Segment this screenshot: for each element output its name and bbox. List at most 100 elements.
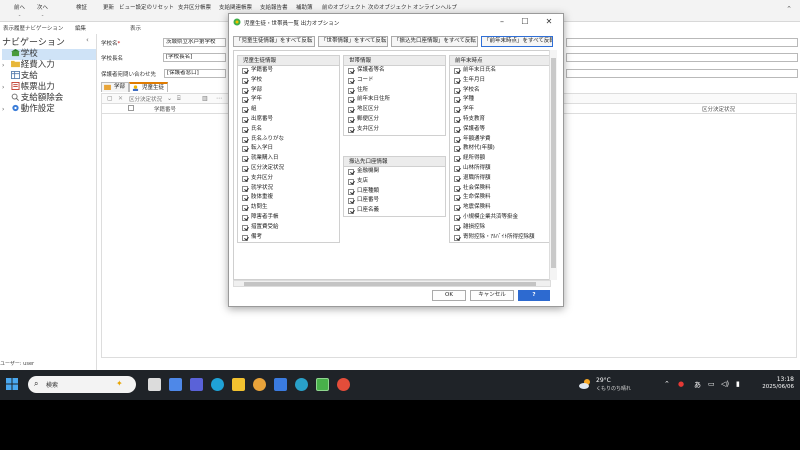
grid-filter-label[interactable]: 区分決定状況 [129,95,162,103]
checkbox-guardian-name[interactable]: 保護者等名 [344,66,445,76]
copilot-icon[interactable] [169,378,182,391]
nav-item-payment-lookup[interactable]: 支給額除会 [2,93,63,104]
invert-bank-button[interactable]: 「振込先口座情報」をすべて反転 [391,36,478,47]
checkbox-district[interactable]: 地区区分 [344,105,445,115]
checkbox-school-name[interactable]: 学校名 [450,86,550,96]
checkbox-class[interactable]: 組 [238,105,339,115]
edge-icon[interactable] [211,378,224,391]
checkbox-enrollment-status[interactable]: 就学状況 [238,184,339,194]
ledger-button[interactable]: 補助簿 [296,3,313,11]
checkbox-remarks[interactable]: 備考 [238,233,339,243]
prev-button[interactable]: 前へ ⌄ [14,3,25,17]
dropdown-icon[interactable]: ⌄ [167,95,172,102]
checkbox-name-kana[interactable]: 氏名ふりがな [238,135,339,145]
invert-household-button[interactable]: 「世帯情報」をすべて反転 [318,36,388,47]
checkbox-annual-commute[interactable]: 年額通学費 [450,135,550,145]
checkbox-prev-name[interactable]: 前年末日氏名 [450,66,550,76]
minimize-icon[interactable]: – [494,17,510,26]
checkbox-account-type[interactable]: 口座種類 [344,187,445,197]
nav-item-expense-input[interactable]: › 経費入力 [2,60,55,71]
help-button[interactable]: ? [518,290,550,301]
checkbox-birthdate[interactable]: 生年月日 [450,76,550,86]
reset-view-button[interactable]: ビュー設定のリセット [119,3,174,11]
checkbox-code[interactable]: コード [344,76,445,86]
checkbox-retirement-income[interactable]: 退職所得額 [450,174,550,184]
refresh-button[interactable]: 更新 [103,3,114,11]
invert-student-button[interactable]: 「児童生徒情報」をすべて反転 [233,36,315,47]
principal-name-field[interactable]: [学校長名] [163,53,226,62]
next-object-button[interactable]: 次のオブジェクト [368,3,412,11]
chrome-icon[interactable] [253,378,266,391]
volume-icon[interactable]: ◁) [721,380,729,388]
prev-object-button[interactable]: 前のオブジェクト [322,3,366,11]
checkbox-donation-deduction[interactable]: 寄附控除・ｱﾙﾊﾞｲﾄ所得控除額 [450,233,550,243]
checkbox-grade[interactable]: 学年 [238,95,339,105]
more-icon[interactable]: ⋯ [216,95,222,102]
tab-department[interactable]: 学部 [101,82,130,92]
ok-button[interactable]: OK [432,290,466,301]
battery-icon[interactable]: ▮ [736,380,740,388]
online-help-button[interactable]: オンラインヘルプ [413,3,457,11]
checkbox-visiting-student[interactable]: 訪問生 [238,203,339,213]
checkbox-life-insurance[interactable]: 生命保険料 [450,193,550,203]
expand-icon[interactable]: › [2,60,8,71]
checkbox-transfer-date[interactable]: 転入学日 [238,144,339,154]
taskbar-search[interactable]: ⌕ 検索 ✦ [28,376,136,393]
maximize-icon[interactable]: ☐ [517,17,533,26]
checkbox-prev-grade[interactable]: 学年 [450,105,550,115]
nav-item-payment[interactable]: 支給 [2,71,38,82]
checkbox-household-payment-category[interactable]: 支弁区分 [344,125,445,135]
checkbox-small-business-mutual[interactable]: 小規模企業共済等掛金 [450,213,550,223]
collapse-ribbon-icon[interactable]: ⌃ [786,5,792,13]
checkbox-student-id[interactable]: 学籍番号 [238,66,339,76]
checkbox-special-support[interactable]: 特支教育 [450,115,550,125]
checkbox-account-number[interactable]: 口座番号 [344,196,445,206]
search-input[interactable]: 検索 [46,380,58,389]
close-icon[interactable]: ✕ [541,17,557,26]
checkbox-payment-category[interactable]: 支弁区分 [238,174,339,184]
checkbox-school[interactable]: 学校 [238,76,339,86]
checkbox-materials[interactable]: 教材代(年額) [450,144,550,154]
scroll-thumb[interactable] [244,282,536,286]
principal-extra-field[interactable] [566,53,798,62]
checkbox-prev-year-address[interactable]: 前年末日住所 [344,95,445,105]
active-app-icon[interactable] [316,378,329,391]
category-report-button[interactable]: 支弁区分帳票 [178,3,211,11]
checkbox-category-status[interactable]: 区分決定状況 [238,164,339,174]
checkbox-casualty-deduction[interactable]: 雑損控除 [450,223,550,233]
next-button[interactable]: 次へ ⌄ [37,3,48,17]
cancel-button[interactable]: キャンセル [470,290,514,301]
payment-summary-button[interactable]: 支給報告書 [260,3,288,11]
guardian-extra-field[interactable] [566,69,798,78]
checkbox-postal-district[interactable]: 郵便区分 [344,115,445,125]
invert-prev-year-button[interactable]: 「前年末時点」をすべて反転 [481,36,553,47]
vertical-scrollbar[interactable] [549,50,557,280]
scroll-thumb[interactable] [551,58,556,268]
app-icon[interactable] [337,378,350,391]
display-icon[interactable]: ▭ [708,380,715,388]
ime-indicator[interactable]: あ [694,380,701,390]
delete-icon[interactable]: ✕ [118,95,123,102]
calculator-icon[interactable] [274,378,287,391]
select-all-checkbox[interactable] [128,105,134,111]
checkbox-school-type[interactable]: 学種 [450,95,550,105]
dialog-titlebar[interactable]: 児童生徒・世帯員一覧 出力オプション – ☐ ✕ [229,14,563,32]
validate-button[interactable]: 検証 [76,3,87,11]
checkbox-disability-handbook[interactable]: 障害者手帳 [238,213,339,223]
nav-collapse-icon[interactable]: ‹ [86,36,89,44]
task-view-icon[interactable] [148,378,161,391]
tab-students[interactable]: 児童生徒 [129,82,169,92]
checkbox-department[interactable]: 学部 [238,86,339,96]
checkbox-support-benefit[interactable]: 措置費受給 [238,223,339,233]
payment-report-button[interactable]: 支給関連帳票 [219,3,252,11]
checkbox-forest-income[interactable]: 山林所得額 [450,164,550,174]
checkbox-guardian[interactable]: 保護者等 [450,125,550,135]
nav-item-report-output[interactable]: › 帳票出力 [2,82,55,93]
checkbox-earthquake-insurance[interactable]: 地震保険料 [450,203,550,213]
grid-filter-icon[interactable]: ⌸ [177,95,181,103]
security-icon[interactable]: ● [678,380,684,388]
checkbox-attendance-number[interactable]: 出席番号 [238,115,339,125]
checkbox-branch[interactable]: 支店 [344,177,445,187]
system-clock[interactable]: 13:18 2025/06/06 [752,376,794,390]
browser-icon[interactable] [295,378,308,391]
